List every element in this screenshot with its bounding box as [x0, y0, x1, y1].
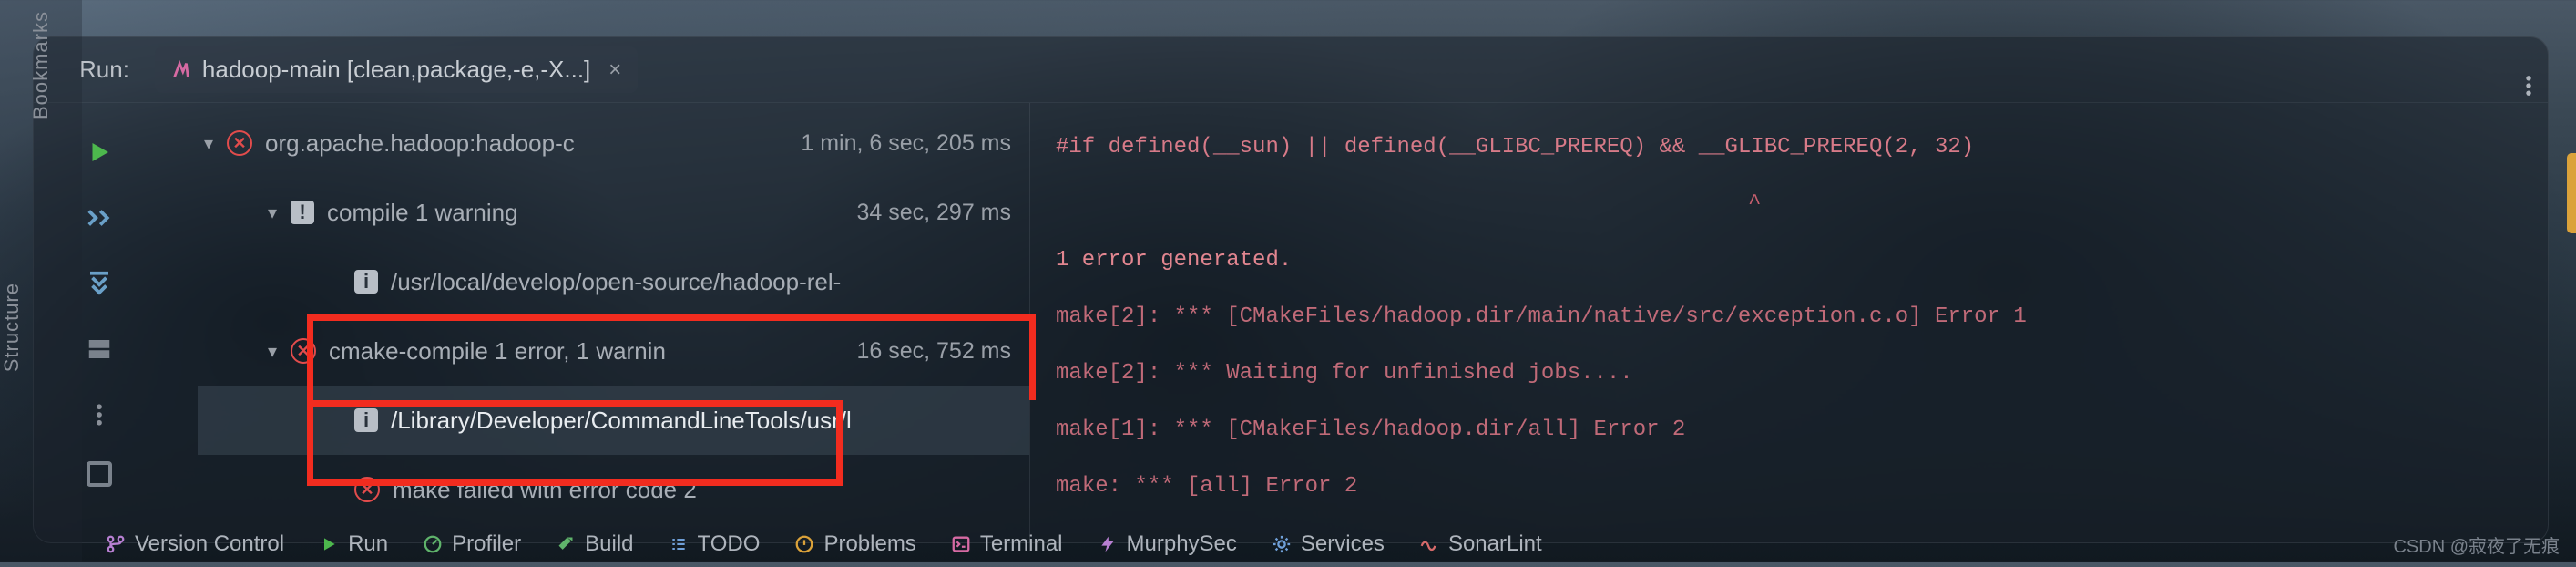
tree-node-timing: 16 sec, 752 ms: [856, 338, 1029, 365]
maven-icon: [171, 60, 191, 80]
tree-node-label: /usr/local/develop/open-source/hadoop-re…: [391, 268, 841, 296]
error-icon: ✕: [227, 130, 252, 156]
notification-stripe[interactable]: [2567, 153, 2576, 233]
tab-label: Terminal: [980, 531, 1063, 557]
tree-node-label: make failed with error code 2: [393, 476, 697, 504]
build-console[interactable]: #if defined(__sun) || defined(__GLIBC_PR…: [1030, 103, 2548, 542]
info-icon: i: [354, 270, 378, 294]
bookmarks-tab[interactable]: Bookmarks: [29, 11, 53, 119]
warning-icon: !: [291, 201, 314, 224]
console-line: 1 error generated.: [1056, 232, 2530, 289]
bolt-icon: [1098, 534, 1118, 554]
run-tool-window: Run: hadoop-main [clean,package,-e,-X...…: [33, 36, 2549, 543]
tree-node-timing: 1 min, 6 sec, 205 ms: [801, 130, 1029, 157]
scroll-to-end-button[interactable]: [80, 264, 118, 303]
panel-options-button[interactable]: [2514, 71, 2543, 100]
chevron-down-icon[interactable]: ▾: [261, 340, 283, 363]
terminal-tab[interactable]: Terminal: [951, 531, 1063, 557]
tab-label: MurphySec: [1127, 531, 1237, 557]
profiler-tab[interactable]: Profiler: [423, 531, 521, 557]
console-line: make[2]: *** [CMakeFiles/hadoop.dir/main…: [1056, 289, 2530, 345]
tree-node-label: /Library/Developer/CommandLineTools/usr/…: [391, 407, 852, 435]
tree-node-label: org.apache.hadoop:hadoop-c: [265, 129, 575, 158]
watermark: CSDN @寂夜了无痕: [2393, 531, 2560, 558]
tab-label: Services: [1301, 531, 1385, 557]
tree-node-compile[interactable]: ▾ ! compile 1 warning 34 sec, 297 ms: [198, 178, 1029, 247]
tree-node-cmake[interactable]: ▾ ✕ cmake-compile 1 error, 1 warnin 16 s…: [198, 316, 1029, 386]
more-actions-button[interactable]: [80, 396, 118, 434]
warning-icon: [794, 534, 814, 554]
toggle-auto-scroll-button[interactable]: [80, 199, 118, 237]
error-icon: ✕: [291, 338, 316, 364]
tree-node-path1[interactable]: i /usr/local/develop/open-source/hadoop-…: [198, 247, 1029, 316]
error-icon: ✕: [354, 477, 380, 502]
build-tab[interactable]: Build: [556, 531, 633, 557]
run-tab[interactable]: Run: [319, 531, 388, 557]
left-tool-stripe: Bookmarks: [0, 0, 82, 562]
tab-label: Run: [348, 531, 388, 557]
radar-icon: [1419, 534, 1439, 554]
gauge-icon: [423, 534, 443, 554]
tab-label: Build: [585, 531, 633, 557]
problems-tab[interactable]: Problems: [794, 531, 915, 557]
tree-node-clt-path[interactable]: i /Library/Developer/CommandLineTools/us…: [198, 386, 1029, 455]
info-icon: i: [354, 408, 378, 432]
tree-node-label: cmake-compile 1 error, 1 warnin: [329, 337, 666, 366]
play-icon: [319, 534, 339, 554]
structure-tab[interactable]: Structure: [0, 283, 24, 372]
layout-button[interactable]: [80, 330, 118, 368]
services-tab[interactable]: Services: [1272, 531, 1385, 557]
console-line: make: *** [all] Error 2: [1056, 459, 2530, 515]
run-config-title: hadoop-main [clean,package,-e,-X...]: [202, 56, 590, 84]
console-line: #if defined(__sun) || defined(__GLIBC_PR…: [1056, 119, 2530, 176]
run-panel-body: ▾ ✕ org.apache.hadoop:hadoop-c 1 min, 6 …: [34, 103, 2548, 542]
murphysec-tab[interactable]: MurphySec: [1098, 531, 1237, 557]
cog-icon: [1272, 534, 1292, 554]
tab-label: Problems: [823, 531, 915, 557]
tree-node-make-failed[interactable]: ✕ make failed with error code 2: [198, 455, 1029, 524]
tab-label: Version Control: [135, 531, 284, 557]
terminal-icon: [951, 534, 971, 554]
tab-label: SonarLint: [1448, 531, 1542, 557]
tab-label: Profiler: [452, 531, 521, 557]
checklist-icon: [669, 534, 689, 554]
tree-node-label: compile 1 warning: [327, 199, 518, 227]
tree-node-timing: 34 sec, 297 ms: [856, 200, 1029, 226]
build-tree: ▾ ✕ org.apache.hadoop:hadoop-c 1 min, 6 …: [34, 103, 1030, 542]
tree-node-hadoop[interactable]: ▾ ✕ org.apache.hadoop:hadoop-c 1 min, 6 …: [198, 108, 1029, 178]
rerun-button[interactable]: [80, 133, 118, 171]
todo-tab[interactable]: TODO: [669, 531, 761, 557]
chevron-down-icon[interactable]: ▾: [198, 132, 220, 155]
run-config-tab[interactable]: hadoop-main [clean,package,-e,-X...] ×: [155, 46, 638, 93]
branch-icon: [106, 534, 126, 554]
console-line: ^: [1056, 176, 2530, 232]
console-line: make[2]: *** Waiting for unfinished jobs…: [1056, 345, 2530, 402]
tab-label: TODO: [698, 531, 761, 557]
sonarlint-tab[interactable]: SonarLint: [1419, 531, 1542, 557]
version-control-tab[interactable]: Version Control: [106, 531, 284, 557]
console-line: make[1]: *** [CMakeFiles/hadoop.dir/all]…: [1056, 402, 2530, 459]
chevron-down-icon[interactable]: ▾: [261, 201, 283, 224]
run-label: Run:: [79, 56, 129, 84]
stop-button[interactable]: [87, 461, 112, 487]
close-icon[interactable]: ×: [608, 57, 621, 83]
bottom-tool-bar: Version Control Run Profiler Build TODO …: [78, 521, 2576, 567]
hammer-icon: [556, 534, 576, 554]
run-tool-header: Run: hadoop-main [clean,package,-e,-X...…: [34, 37, 2548, 103]
